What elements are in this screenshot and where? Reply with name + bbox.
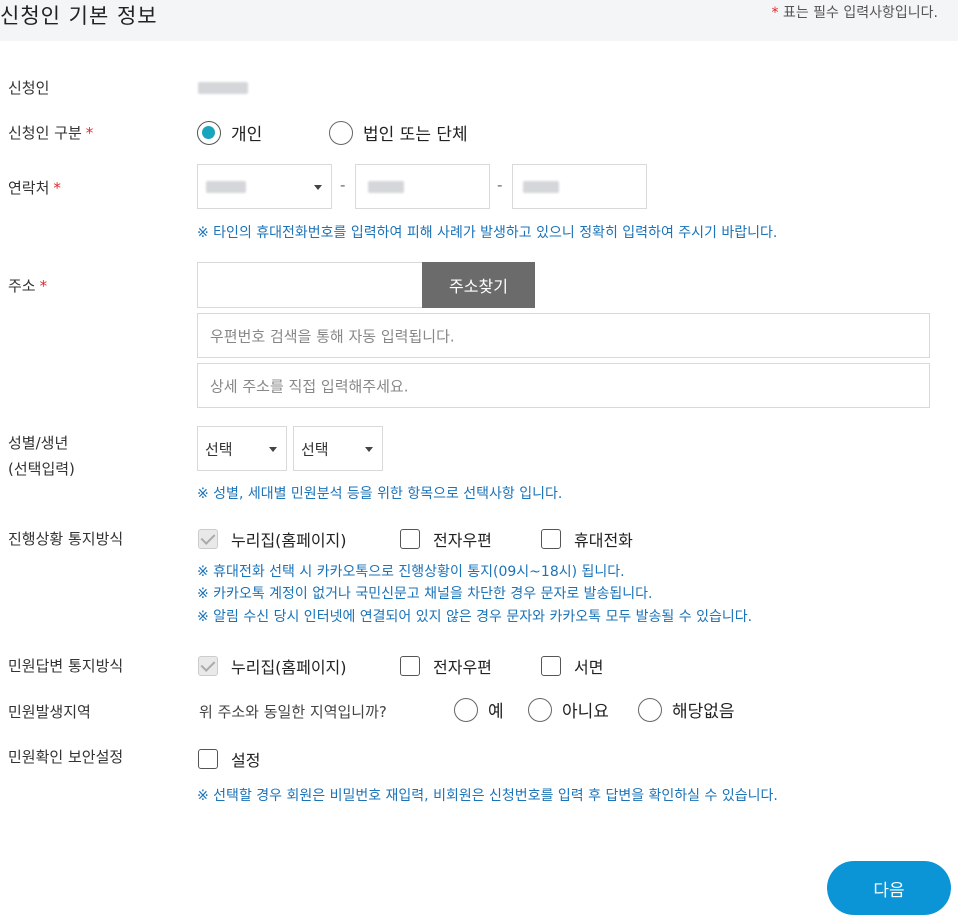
radio-region-no[interactable]: 아니요 — [528, 697, 609, 722]
postal-address-placeholder: 우편번호 검색을 통해 자동 입력됩니다. — [210, 325, 455, 346]
progress-notice-label: 진행상황 통지방식 — [8, 528, 123, 549]
gender-select[interactable]: 선택 — [197, 426, 287, 471]
radio-region-yes[interactable]: 예 — [454, 697, 504, 722]
chevron-down-icon — [365, 447, 373, 452]
next-button[interactable]: 다음 — [827, 861, 951, 915]
contact-label: 연락처* — [8, 177, 61, 198]
detail-address-input[interactable]: 상세 주소를 직접 입력해주세요. — [197, 363, 930, 408]
phone-prefix-select[interactable] — [197, 164, 332, 209]
region-label: 민원발생지역 — [8, 701, 91, 722]
radio-corporation-circle[interactable] — [329, 121, 353, 145]
phone-separator: - — [340, 176, 345, 194]
required-mark: * — [772, 5, 779, 21]
gender-birth-label: 성별/생년 (선택입력) — [8, 430, 75, 482]
checkmark-icon — [198, 656, 218, 676]
section-title: 신청인 기본 정보 — [0, 0, 158, 30]
radio-region-yes-circle[interactable] — [454, 698, 478, 722]
progress-hint-3: ※ 알림 수신 당시 인터넷에 연결되어 있지 않은 경우 문자와 카카오톡 모… — [197, 607, 752, 628]
answer-letter-checkbox[interactable]: 서면 — [541, 654, 603, 678]
security-hint: ※ 선택할 경우 회원은 비밀번호 재입력, 비회원은 신청번호를 입력 후 답… — [197, 786, 778, 807]
radio-region-na[interactable]: 해당없음 — [638, 697, 735, 722]
postal-address-field[interactable]: 우편번호 검색을 통해 자동 입력됩니다. — [197, 313, 930, 358]
checkbox-box[interactable] — [541, 656, 561, 676]
applicant-name-value — [198, 80, 248, 98]
birth-select[interactable]: 선택 — [293, 426, 383, 471]
progress-email-checkbox[interactable]: 전자우편 — [400, 527, 492, 551]
radio-region-na-circle[interactable] — [638, 698, 662, 722]
checkbox-box[interactable] — [541, 529, 561, 549]
progress-hint-1: ※ 휴대전화 선택 시 카카오톡으로 진행상황이 통지(09시~18시) 됩니다… — [197, 562, 625, 583]
contact-hint: ※ 타인의 휴대전화번호를 입력하여 피해 사례가 발생하고 있으니 정확히 입… — [197, 223, 777, 244]
chevron-down-icon — [269, 447, 277, 452]
answer-notice-label: 민원답변 통지방식 — [8, 655, 123, 676]
address-label: 주소* — [8, 275, 47, 296]
answer-homepage-checkbox: 누리집(홈페이지) — [198, 654, 347, 678]
radio-individual-label: 개인 — [231, 120, 262, 145]
required-note-text: 표는 필수 입력사항입니다. — [783, 5, 938, 21]
phone-last-input[interactable] — [512, 164, 647, 209]
security-label: 민원확인 보안설정 — [8, 746, 123, 767]
checkmark-icon — [198, 529, 218, 549]
postal-code-input[interactable] — [197, 262, 423, 308]
applicant-label: 신청인 — [8, 77, 49, 98]
gender-birth-hint: ※ 성별, 세대별 민원분석 등을 위한 항목으로 선택사항 입니다. — [197, 484, 562, 505]
radio-individual[interactable]: 개인 — [197, 120, 262, 145]
applicant-type-label: 신청인 구분* — [8, 122, 93, 143]
required-note: * 표는 필수 입력사항입니다. — [772, 2, 938, 22]
region-question: 위 주소와 동일한 지역입니까? — [199, 701, 387, 722]
radio-individual-circle[interactable] — [197, 121, 221, 145]
security-checkbox[interactable]: 설정 — [198, 747, 260, 771]
section-header: 신청인 기본 정보 * 표는 필수 입력사항입니다. — [0, 0, 958, 41]
phone-separator: - — [497, 176, 502, 194]
radio-corporation-label: 법인 또는 단체 — [363, 120, 468, 145]
checkbox-box[interactable] — [198, 749, 218, 769]
radio-region-no-circle[interactable] — [528, 698, 552, 722]
chevron-down-icon — [314, 185, 322, 190]
checkbox-box[interactable] — [400, 529, 420, 549]
detail-address-placeholder: 상세 주소를 직접 입력해주세요. — [210, 375, 408, 396]
progress-mobile-checkbox[interactable]: 휴대전화 — [541, 527, 633, 551]
progress-homepage-checkbox: 누리집(홈페이지) — [198, 527, 347, 551]
radio-corporation[interactable]: 법인 또는 단체 — [329, 120, 468, 145]
checkbox-box[interactable] — [400, 656, 420, 676]
progress-hint-2: ※ 카카오톡 계정이 없거나 국민신문고 채널을 차단한 경우 문자로 발송됩니… — [197, 584, 653, 605]
phone-middle-input[interactable] — [355, 164, 490, 209]
address-search-button[interactable]: 주소찾기 — [422, 262, 535, 308]
answer-email-checkbox[interactable]: 전자우편 — [400, 654, 492, 678]
